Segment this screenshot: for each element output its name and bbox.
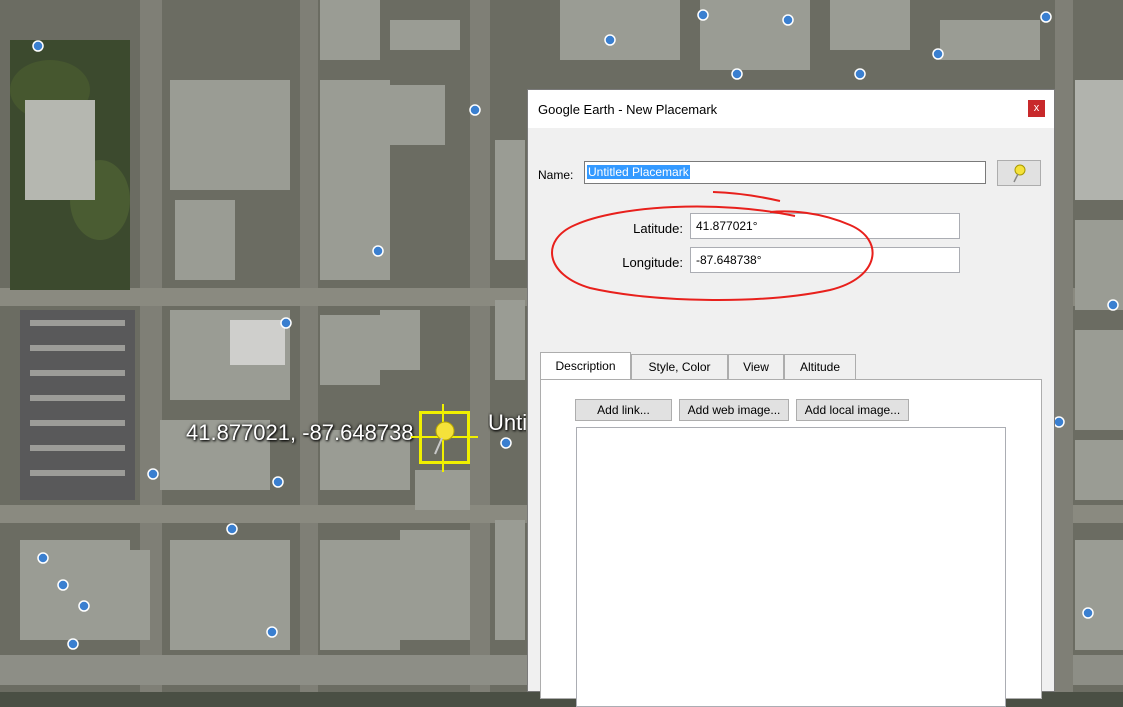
tab-style-color[interactable]: Style, Color xyxy=(631,354,728,379)
longitude-field[interactable]: -87.648738° xyxy=(690,247,960,273)
dialog-title: Google Earth - New Placemark xyxy=(538,102,718,117)
close-button[interactable]: x xyxy=(1028,100,1045,117)
tab-altitude[interactable]: Altitude xyxy=(784,354,856,379)
new-placemark-dialog: Google Earth - New Placemark x Name: Unt… xyxy=(527,89,1055,707)
pushpin-icon xyxy=(1013,164,1026,183)
pushpin-icon xyxy=(434,421,455,455)
description-panel: Add link... Add web image... Add local i… xyxy=(540,379,1042,707)
name-value: Untitled Placemark xyxy=(587,165,690,179)
dialog-titlebar[interactable]: Google Earth - New Placemark x xyxy=(528,90,1054,128)
name-label: Name: xyxy=(538,168,574,182)
latitude-field[interactable]: 41.877021° xyxy=(690,213,960,239)
tab-description[interactable]: Description xyxy=(540,352,631,379)
name-field[interactable]: Untitled Placemark xyxy=(584,161,986,184)
longitude-label: Longitude: xyxy=(622,255,683,270)
placemark-label: Untitled Placemark xyxy=(488,410,526,435)
tab-view[interactable]: View xyxy=(728,354,784,379)
placemark-pin[interactable] xyxy=(419,411,470,464)
placemark-icon-button[interactable] xyxy=(997,160,1041,186)
add-local-image-button[interactable]: Add local image... xyxy=(796,399,909,421)
add-web-image-button[interactable]: Add web image... xyxy=(679,399,789,421)
latitude-label: Latitude: xyxy=(633,221,683,236)
description-textarea[interactable] xyxy=(576,427,1006,707)
coordinate-label: 41.877021, -87.648738 xyxy=(186,420,414,445)
add-link-button[interactable]: Add link... xyxy=(575,399,672,421)
